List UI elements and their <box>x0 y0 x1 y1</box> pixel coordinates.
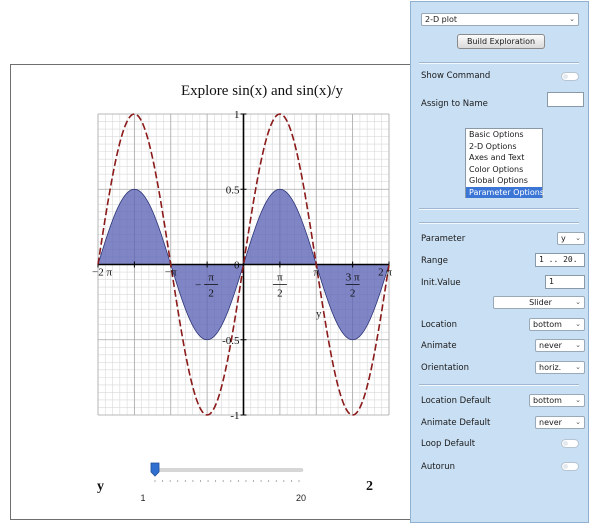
location-default-label: Location Default <box>421 396 491 406</box>
parameter-dropdown[interactable]: y ⌄ <box>557 232 585 245</box>
range-label: Range <box>421 256 448 266</box>
autorun-label: Autorun <box>421 462 456 472</box>
plot-title: Explore sin(x) and sin(x)/y <box>181 83 344 99</box>
autorun-toggle[interactable] <box>561 462 579 471</box>
show-command-toggle[interactable] <box>561 72 579 81</box>
slider-current-value: 2 <box>366 479 373 494</box>
parameter-value: y <box>561 234 566 243</box>
y-tick-label: 1 <box>234 109 240 121</box>
slider-handle <box>150 462 160 477</box>
animate-value: never <box>539 341 562 350</box>
options-list-item[interactable]: 2-D Options <box>466 141 542 153</box>
x-tick-numerator: π <box>277 272 283 284</box>
init-value-label: Init.Value <box>421 278 461 288</box>
chevron-down-icon: ⌄ <box>575 418 581 426</box>
x-tick-label: 2 π <box>378 267 392 279</box>
control-type-dropdown[interactable]: Slider ⌄ <box>493 296 585 309</box>
show-command-label: Show Command <box>421 71 491 81</box>
range-input[interactable]: 1 .. 20. <box>535 253 585 267</box>
chevron-down-icon: ⌄ <box>575 234 581 242</box>
x-tick-numerator: π <box>208 272 214 284</box>
chevron-down-icon: ⌄ <box>575 396 581 404</box>
location-default-value: bottom <box>533 396 562 405</box>
slider-variable-label: y <box>97 479 104 494</box>
options-list-item[interactable]: Axes and Text <box>466 152 542 164</box>
x-tick-label: π <box>313 267 319 279</box>
parameter-label: Parameter <box>421 234 466 244</box>
chevron-down-icon: ⌄ <box>575 298 581 306</box>
x-tick-label: −π <box>165 267 177 279</box>
x-tick-denominator: 2 <box>350 288 356 300</box>
assign-to-name-label: Assign to Name <box>421 99 488 109</box>
location-label: Location <box>421 320 457 330</box>
location-dropdown[interactable]: bottom ⌄ <box>529 318 585 331</box>
chevron-down-icon: ⌄ <box>569 15 575 23</box>
parameter-slider[interactable] <box>150 462 304 482</box>
animate-default-dropdown[interactable]: never ⌄ <box>535 416 585 429</box>
build-exploration-button[interactable]: Build Exploration <box>457 34 545 49</box>
y-tick-label: 0.5 <box>226 184 240 196</box>
plot-type-value: 2-D plot <box>425 15 458 24</box>
orientation-label: Orientation <box>421 363 469 373</box>
orientation-value: horiz. <box>539 363 562 372</box>
y-tick-label: 0 <box>234 260 240 272</box>
chevron-down-icon: ⌄ <box>575 341 581 349</box>
y-tick-label: -1 <box>230 410 239 422</box>
slider-max-label: 20 <box>296 493 306 503</box>
x-tick-label: −2 π <box>92 267 112 279</box>
divider <box>419 384 579 386</box>
chevron-down-icon: ⌄ <box>575 320 581 328</box>
location-value: bottom <box>533 320 562 329</box>
divider <box>419 208 579 210</box>
location-default-dropdown[interactable]: bottom ⌄ <box>529 394 585 407</box>
animate-default-label: Animate Default <box>421 418 491 428</box>
animate-dropdown[interactable]: never ⌄ <box>535 339 585 352</box>
control-type-value: Slider <box>529 298 552 307</box>
loop-default-label: Loop Default <box>421 439 476 449</box>
options-list-item[interactable]: Basic Options <box>466 129 542 141</box>
animate-default-value: never <box>539 418 562 427</box>
options-list-item[interactable]: Parameter Options <box>466 186 544 198</box>
plot-window: Explore sin(x) and sin(x)/y 1 0.5 0 -0.5 -1 … <box>10 64 472 520</box>
options-listbox[interactable]: Basic Options 2-D Options Axes and Text Col… <box>465 128 544 198</box>
options-list-item[interactable]: Color Options <box>466 164 542 176</box>
assign-name-input[interactable] <box>547 92 584 107</box>
plot-canvas[interactable]: Explore sin(x) and sin(x)/y 10.50-0.5-1 … <box>11 65 473 521</box>
x-tick-minus: − <box>195 280 201 292</box>
divider <box>419 222 579 224</box>
options-list-item[interactable]: Global Options <box>466 175 542 187</box>
slider-min-label: 1 <box>140 493 145 503</box>
init-value-input[interactable]: 1 <box>545 275 585 289</box>
exploration-panel: 2-D plot ⌄ Build Exploration Show Comman… <box>410 1 589 523</box>
loop-default-toggle[interactable] <box>561 439 579 448</box>
x-tick-numerator: 3 π <box>346 272 360 284</box>
orientation-dropdown[interactable]: horiz. ⌄ <box>535 361 585 374</box>
x-tick-denominator: 2 <box>277 288 283 300</box>
x-axis-label: y <box>316 308 322 320</box>
x-tick-denominator: 2 <box>208 288 214 300</box>
animate-label: Animate <box>421 341 457 351</box>
slider-track <box>150 468 304 472</box>
divider <box>419 62 579 64</box>
y-tick-label: -0.5 <box>222 335 240 347</box>
chevron-down-icon: ⌄ <box>575 363 581 371</box>
plot-type-dropdown[interactable]: 2-D plot ⌄ <box>421 13 579 26</box>
